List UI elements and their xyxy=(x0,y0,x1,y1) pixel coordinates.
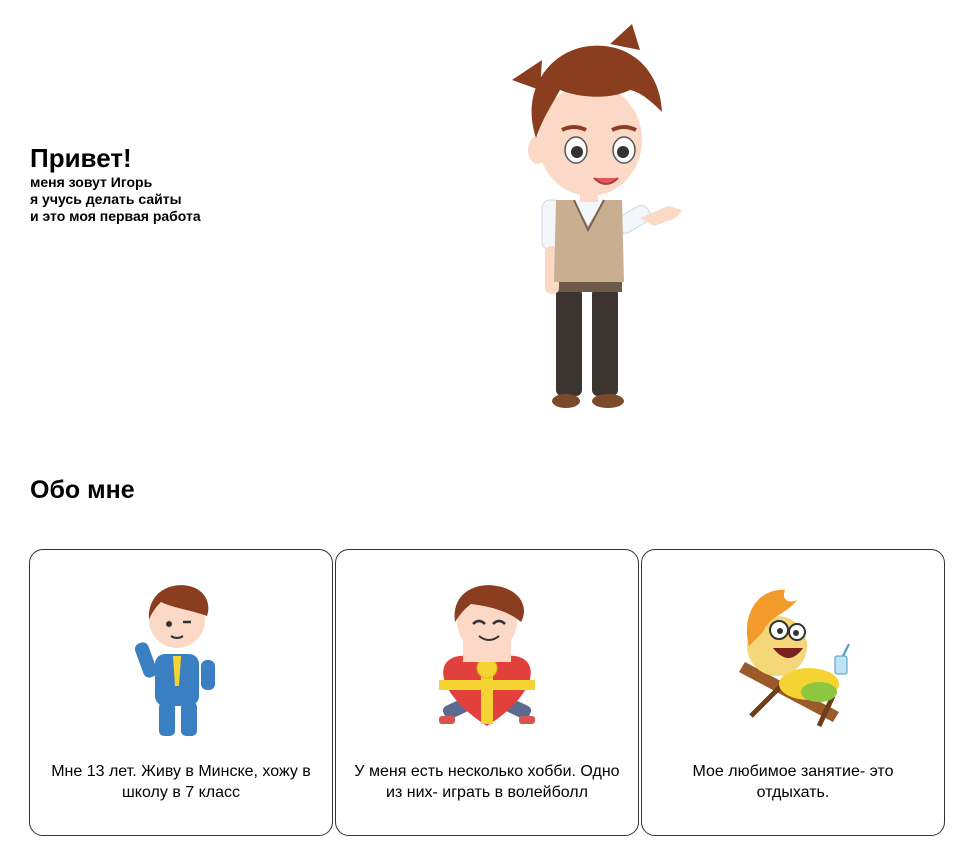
greeting-title: Привет! xyxy=(30,143,132,173)
about-cards: Мне 13 лет. Живу в Минске, хожу в школу … xyxy=(29,549,946,838)
cartoon-boy-illustration xyxy=(512,24,682,408)
boy-with-heart-gift-icon xyxy=(439,585,535,726)
relaxing-on-deck-chair-icon xyxy=(739,589,850,728)
businessman-boy-icon xyxy=(134,585,215,736)
intro-block: Привет! меня зовут Игорь я учусь делать … xyxy=(30,142,201,225)
about-card-favorite: Мое любимое занятие- это отдыхать. xyxy=(641,549,945,836)
about-card-hobby-text: У меня есть несколько хобби. Одно из них… xyxy=(354,763,620,801)
about-card-age: Мне 13 лет. Живу в Минске, хожу в школу … xyxy=(29,549,333,836)
intro-line-first-work: и это моя первая работа xyxy=(30,208,201,224)
intro-line-name: меня зовут Игорь xyxy=(30,174,153,190)
about-section-title: Обо мне xyxy=(30,476,135,504)
about-card-age-text: Мне 13 лет. Живу в Минске, хожу в школу … xyxy=(51,763,311,801)
about-card-hobby: У меня есть несколько хобби. Одно из них… xyxy=(335,549,639,836)
intro-line-learning: я учусь делать сайты xyxy=(30,191,182,207)
about-card-favorite-text: Мое любимое занятие- это отдыхать. xyxy=(692,763,894,801)
